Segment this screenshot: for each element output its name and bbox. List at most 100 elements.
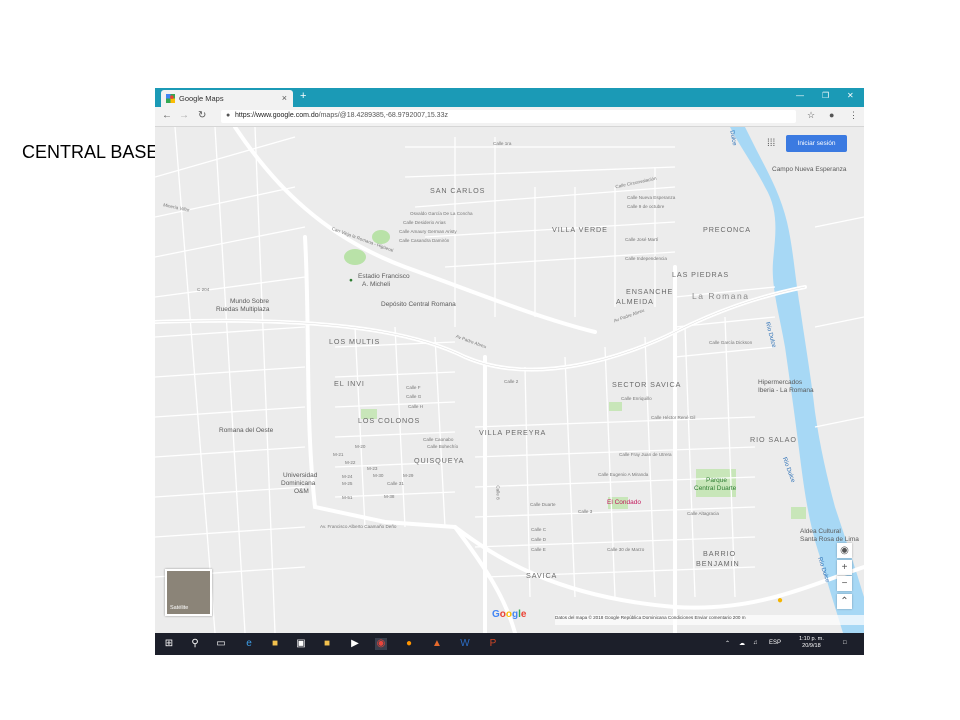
- browser-tab[interactable]: Google Maps ×: [161, 90, 293, 107]
- street-garcia-dickson: Calle García Dickson: [709, 340, 753, 345]
- poi-parque[interactable]: Parque: [706, 477, 727, 484]
- sign-in-button[interactable]: Iniciar sesión: [786, 135, 847, 152]
- zoom-in-button[interactable]: +: [837, 560, 852, 575]
- poi-pin-icon[interactable]: ●: [349, 277, 353, 284]
- poi-estadio[interactable]: Estadio Francisco: [358, 273, 410, 280]
- poi-universidad-line2[interactable]: Dominicana: [281, 480, 315, 487]
- satellite-toggle[interactable]: Satélite: [165, 569, 212, 616]
- bookmark-star-icon[interactable]: ☆: [807, 110, 815, 121]
- street-caonabo: Calle Caonabo: [423, 437, 454, 442]
- word-icon[interactable]: W: [459, 638, 471, 650]
- lock-icon: ●: [226, 112, 231, 119]
- clock-time: 1:10 p. m.: [799, 636, 824, 642]
- chrome-menu-icon[interactable]: ⋮: [849, 110, 858, 121]
- street-calle-g: Calle G: [406, 394, 422, 399]
- powerpoint-icon[interactable]: P: [487, 638, 499, 650]
- notifications-icon[interactable]: □: [843, 640, 847, 646]
- browser-titlebar: Google Maps × + — ❐ ✕: [155, 88, 864, 107]
- street-osvaldo: Osvaldo García De La Concha: [410, 211, 473, 216]
- firefox-icon[interactable]: ●: [403, 638, 415, 650]
- street-calle-2: Calle 2: [504, 379, 519, 384]
- label-preconca: PRECONCA: [703, 225, 751, 234]
- street-m51: M-51: [342, 495, 353, 500]
- folder-icon[interactable]: ■: [321, 638, 333, 650]
- poi-hipermercados-line2[interactable]: Iberia - La Romana: [758, 387, 814, 394]
- street-calle-h: Calle H: [408, 404, 424, 409]
- street-calle-f: Calle F: [406, 385, 421, 390]
- poi-mundo-sobre-ruedas-line2[interactable]: Ruedas Multiplaza: [216, 306, 269, 313]
- street-calle-3: Calle 3: [578, 509, 593, 514]
- close-window-button[interactable]: ✕: [847, 91, 854, 100]
- poi-estadio-line2[interactable]: A. Micheli: [362, 281, 390, 288]
- edge-icon[interactable]: e: [243, 638, 255, 650]
- street-calle-31: Calle 31: [387, 481, 404, 486]
- google-maps-favicon-icon: [166, 94, 175, 103]
- poi-aldea-cultural[interactable]: Aldea Cultural: [800, 528, 841, 535]
- poi-universidad-line3[interactable]: O&M: [294, 488, 309, 495]
- windows-icon[interactable]: ⊞: [163, 638, 175, 650]
- restore-button[interactable]: ❐: [822, 91, 829, 100]
- street-calle-d: Calle D: [531, 537, 547, 542]
- poi-hipermercados[interactable]: Hipermercados: [758, 379, 802, 386]
- url-text: https://www.google.com.do/maps/@18.42893…: [235, 112, 448, 119]
- tray-chevron-icon[interactable]: ⌃: [725, 640, 730, 647]
- street-m22: M-22: [345, 460, 356, 465]
- media-icon[interactable]: ▶: [349, 638, 361, 650]
- label-el-invi: EL INVI: [334, 379, 365, 388]
- map-footer: Datos del mapa © 2018 Google República D…: [555, 615, 864, 625]
- poi-aldea-cultural-line2[interactable]: Santa Rosa de Lima: [800, 536, 859, 543]
- street-9-octubre: Calle 9 de octubre: [627, 204, 665, 209]
- street-hector-rene: Calle Héctor René Gil: [651, 415, 696, 420]
- street-30-marzo: Calle 30 de Marzo: [607, 547, 645, 552]
- address-bar[interactable]: ● https://www.google.com.do/maps/@18.428…: [221, 110, 796, 123]
- street-m21: M-21: [333, 452, 344, 457]
- account-icon[interactable]: ●: [829, 110, 834, 120]
- poi-parque-line2[interactable]: Central Duarte: [694, 485, 736, 492]
- minimize-button[interactable]: —: [796, 91, 804, 100]
- store-icon[interactable]: ▣: [295, 638, 307, 650]
- street-amaury: Calle Amaury German Aristy: [399, 229, 457, 234]
- poi-deposito[interactable]: Depósito Central Romana: [381, 301, 456, 308]
- poi-el-condado[interactable]: El Condado: [607, 499, 641, 506]
- network-icon[interactable]: ☁: [739, 640, 745, 647]
- poi-mundo-sobre-ruedas[interactable]: Mundo Sobre: [230, 298, 269, 305]
- zoom-out-button[interactable]: −: [837, 576, 852, 591]
- taskbar-clock[interactable]: 1:10 p. m. 20/9/18: [799, 636, 824, 650]
- poi-romana-del-oeste[interactable]: Romana del Oeste: [219, 427, 273, 434]
- language-indicator[interactable]: ESP: [769, 640, 781, 646]
- label-san-carlos: SAN CARLOS: [430, 186, 486, 195]
- label-benjamin: BENJAMIN: [696, 559, 740, 568]
- new-tab-button[interactable]: +: [300, 90, 306, 102]
- street-calle-c: Calle C: [531, 527, 547, 532]
- browser-toolbar: ← → ↻ ● https://www.google.com.do/maps/@…: [155, 107, 864, 127]
- label-sector-savica: SECTOR SAVICA: [612, 380, 682, 389]
- expand-imagery-button[interactable]: ⌃: [837, 594, 852, 609]
- street-altagracia: Calle Altagracia: [687, 511, 719, 516]
- back-button[interactable]: ←: [162, 110, 172, 121]
- pegman-icon[interactable]: ●: [777, 595, 783, 606]
- street-m29: M-29: [403, 473, 414, 478]
- chrome-icon[interactable]: ◉: [375, 638, 387, 650]
- forward-button[interactable]: →: [179, 110, 189, 121]
- reload-button[interactable]: ↻: [198, 110, 206, 121]
- street-m30: M-30: [373, 473, 384, 478]
- label-la-romana: La Romana: [692, 291, 750, 301]
- street-m38: M-38: [384, 494, 395, 499]
- my-location-button[interactable]: ◉: [837, 543, 852, 558]
- google-apps-icon[interactable]: ⁞⁞⁞: [767, 138, 775, 149]
- task-view-icon[interactable]: ▭: [215, 638, 227, 650]
- street-casandra: Calle Casandra Damirón: [399, 238, 450, 243]
- street-desiderio: Calle Desiderio Arias: [403, 220, 446, 225]
- poi-campo-nueva-esperanza[interactable]: Campo Nueva Esperanza: [772, 166, 846, 173]
- street-nueva-esperanza: Calle Nueva Esperanza: [627, 195, 676, 200]
- search-icon[interactable]: ⚲: [189, 638, 201, 650]
- volume-icon[interactable]: ♫: [753, 640, 758, 646]
- paint-icon[interactable]: ▲: [431, 638, 443, 650]
- file-explorer-icon[interactable]: ■: [269, 638, 281, 650]
- map-canvas[interactable]: SAN CARLOS VILLA VERDE PRECONCA LAS PIED…: [155, 127, 864, 633]
- street-calle-e: Calle E: [531, 547, 546, 552]
- google-logo: Google: [492, 609, 527, 620]
- poi-universidad[interactable]: Universidad: [283, 472, 317, 479]
- tab-close-icon[interactable]: ×: [282, 93, 287, 103]
- label-los-colonos: LOS COLONOS: [358, 416, 421, 425]
